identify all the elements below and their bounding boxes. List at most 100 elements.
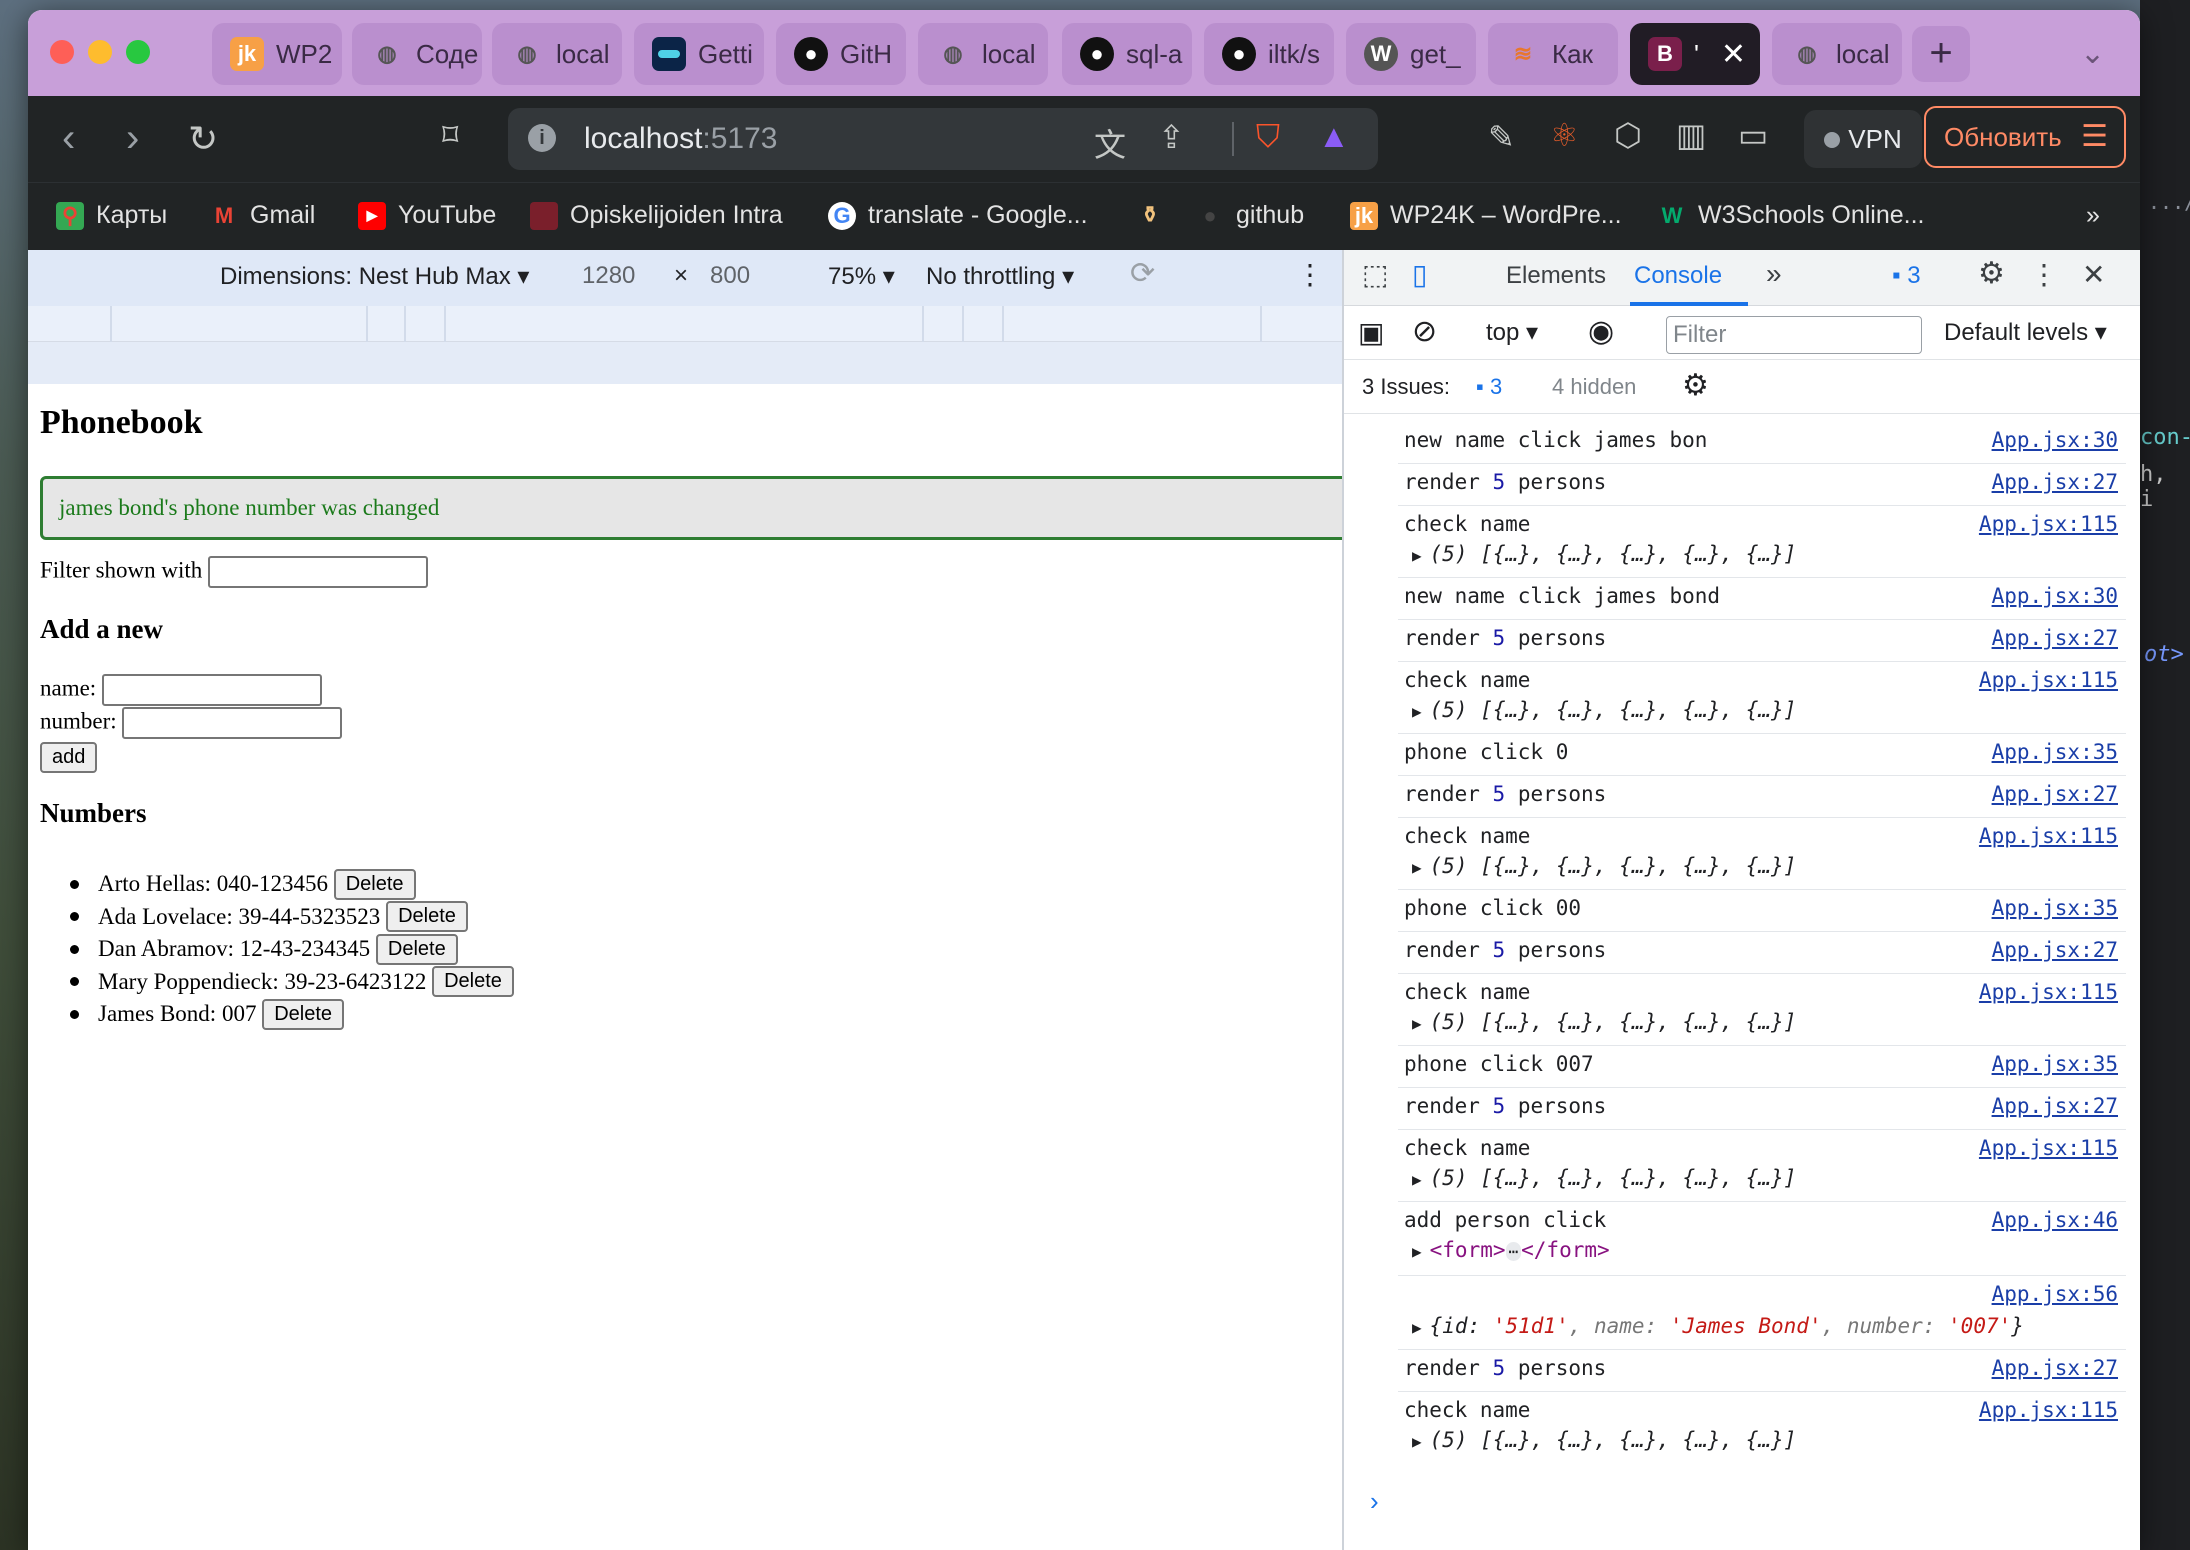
tab-wp2[interactable]: jk WP2 <box>212 23 342 85</box>
name-input[interactable] <box>101 674 322 706</box>
bookmark-github[interactable]: ● github <box>1196 201 1304 230</box>
tab-sode[interactable]: ◍ Соде <box>352 23 482 85</box>
array-preview[interactable]: ▶ (5) [{…}, {…}, {…}, {…}, {…}] <box>1412 698 1796 722</box>
tab-active[interactable]: B ' ✕ <box>1630 23 1760 85</box>
bookmark-bottle[interactable]: ⚱ <box>1136 201 1164 229</box>
color-picker-icon[interactable]: ✎ <box>1488 118 1515 156</box>
width-input[interactable]: 1280 <box>582 262 635 290</box>
delete-button[interactable]: Delete <box>333 868 416 900</box>
console-prompt[interactable]: › <box>1370 1486 1379 1517</box>
source-link[interactable]: App.jsx:115 <box>1979 1398 2118 1422</box>
extensions-icon[interactable]: ⬡ <box>1614 116 1642 154</box>
log-levels-select[interactable]: Default levels ▾ <box>1944 318 2107 347</box>
hidden-issues[interactable]: 4 hidden <box>1552 374 1636 400</box>
vpn-button[interactable]: VPN <box>1804 110 1922 168</box>
bookmark-maps[interactable]: ⚲ Карты <box>56 201 167 230</box>
issues-settings-icon[interactable]: ⚙ <box>1682 368 1709 403</box>
array-preview[interactable]: ▶ (5) [{…}, {…}, {…}, {…}, {…}] <box>1412 542 1796 566</box>
tab-sql[interactable]: ● sql-a <box>1062 23 1192 85</box>
source-link[interactable]: App.jsx:35 <box>1992 896 2118 920</box>
array-preview[interactable]: ▶ (5) [{…}, {…}, {…}, {…}, {…}] <box>1412 1166 1796 1190</box>
number-input[interactable] <box>122 707 343 739</box>
source-link[interactable]: App.jsx:35 <box>1992 740 2118 764</box>
clear-console-icon[interactable]: ⊘ <box>1412 314 1437 349</box>
source-link[interactable]: App.jsx:27 <box>1992 626 2118 650</box>
back-icon[interactable]: ‹ <box>62 116 75 161</box>
tab-get[interactable]: Wget_ <box>1346 23 1476 85</box>
media-query-ruler[interactable] <box>28 306 1342 342</box>
bookmark-icon[interactable]: ⌑ <box>442 116 458 154</box>
wallet-icon[interactable]: ▭ <box>1738 116 1768 154</box>
device-toggle-icon[interactable]: ▯ <box>1412 258 1427 291</box>
tab-local-1[interactable]: ◍ local <box>492 23 622 85</box>
height-input[interactable]: 800 <box>710 262 750 290</box>
address-bar[interactable]: i localhost:5173 文 ⇪ ⛉ ▲ <box>508 108 1378 170</box>
throttling-select[interactable]: No throttling ▾ <box>926 262 1074 291</box>
issues-badge[interactable]: ▪ 3 <box>1892 262 1921 290</box>
filter-input[interactable] <box>208 556 429 588</box>
console-filter-input[interactable]: Filter <box>1666 316 1922 354</box>
array-preview[interactable]: ▶ (5) [{…}, {…}, {…}, {…}, {…}] <box>1412 854 1796 878</box>
bookmark-gmail[interactable]: M Gmail <box>210 201 315 230</box>
rotate-icon[interactable]: ⟳ <box>1130 256 1155 291</box>
minimize-window-button[interactable] <box>88 40 112 64</box>
source-link[interactable]: App.jsx:30 <box>1992 584 2118 608</box>
add-button[interactable]: add <box>40 742 98 773</box>
bookmarks-overflow[interactable]: » <box>2086 201 2100 230</box>
source-link[interactable]: App.jsx:115 <box>1979 980 2118 1004</box>
delete-button[interactable]: Delete <box>386 901 468 933</box>
source-link[interactable]: App.jsx:35 <box>1992 1052 2118 1076</box>
close-window-button[interactable] <box>50 40 74 64</box>
bookmark-youtube[interactable]: ▶ YouTube <box>358 201 496 230</box>
maximize-window-button[interactable] <box>126 40 150 64</box>
close-devtools-icon[interactable]: ✕ <box>2082 258 2105 291</box>
devtools-menu-icon[interactable]: ⋮ <box>2030 258 2058 291</box>
translate-icon[interactable]: 文 <box>1094 120 1126 166</box>
react-devtools-icon[interactable]: ⚛ <box>1550 116 1579 154</box>
sidebar-icon[interactable]: ▥ <box>1676 116 1706 154</box>
tab-local-3[interactable]: ◍ local <box>1772 23 1902 85</box>
delete-button[interactable]: Delete <box>432 966 514 998</box>
source-link[interactable]: App.jsx:27 <box>1992 470 2118 494</box>
more-options-icon[interactable]: ⋮ <box>1296 258 1324 291</box>
new-tab-button[interactable]: + <box>1912 26 1970 82</box>
update-button[interactable]: Обновить ☰ <box>1924 106 2126 168</box>
source-link[interactable]: App.jsx:115 <box>1979 824 2118 848</box>
bookmark-w3schools[interactable]: W W3Schools Online... <box>1658 201 1925 230</box>
tab-github[interactable]: ● GitH <box>776 23 906 85</box>
array-preview[interactable]: ▶ (5) [{…}, {…}, {…}, {…}, {…}] <box>1412 1428 1796 1452</box>
zoom-select[interactable]: 75% ▾ <box>828 262 895 291</box>
dimensions-select[interactable]: Dimensions: Nest Hub Max ▾ <box>220 262 529 291</box>
bookmark-wp24k[interactable]: jk WP24K – WordPre... <box>1350 201 1622 230</box>
delete-button[interactable]: Delete <box>262 998 345 1030</box>
tab-kak[interactable]: ≋ Как <box>1488 23 1618 85</box>
source-link[interactable]: App.jsx:115 <box>1979 512 2118 536</box>
source-link[interactable]: App.jsx:27 <box>1992 1094 2118 1118</box>
tab-search-chevron-icon[interactable]: ⌄ <box>2080 36 2105 71</box>
brave-rewards-icon[interactable]: ▲ <box>1318 118 1350 155</box>
array-preview[interactable]: ▶ (5) [{…}, {…}, {…}, {…}, {…}] <box>1412 1010 1796 1034</box>
source-link[interactable]: App.jsx:46 <box>1992 1208 2118 1232</box>
menu-icon[interactable]: ☰ <box>2081 108 2108 166</box>
source-link[interactable]: App.jsx:30 <box>1992 428 2118 452</box>
bookmark-translate[interactable]: Gtranslate - Google... <box>828 201 1088 230</box>
form-element-preview[interactable]: ▶ <form> ⋯ </form> <box>1412 1238 1610 1262</box>
share-icon[interactable]: ⇪ <box>1158 118 1185 156</box>
delete-button[interactable]: Delete <box>375 933 458 965</box>
settings-gear-icon[interactable]: ⚙ <box>1978 256 2005 291</box>
close-tab-icon[interactable]: ✕ <box>1721 37 1746 72</box>
source-link[interactable]: App.jsx:115 <box>1979 1136 2118 1160</box>
tab-console[interactable]: Console <box>1634 262 1722 290</box>
source-link[interactable]: App.jsx:27 <box>1992 1356 2118 1380</box>
brave-shield-icon[interactable]: ⛉ <box>1256 118 1280 156</box>
more-tabs-icon[interactable]: » <box>1766 258 1782 290</box>
source-link[interactable]: App.jsx:115 <box>1979 668 2118 692</box>
issues-count[interactable]: ▪ 3 <box>1476 374 1502 400</box>
forward-icon[interactable]: › <box>126 116 139 161</box>
source-link[interactable]: App.jsx:56 <box>1992 1282 2118 1306</box>
object-preview[interactable]: ▶ {id: '51d1', name: 'James Bond', number… <box>1412 1314 2024 1338</box>
live-expression-eye-icon[interactable]: ◉ <box>1588 314 1614 349</box>
source-link[interactable]: App.jsx:27 <box>1992 782 2118 806</box>
context-select[interactable]: top ▾ <box>1486 318 1538 347</box>
tab-elements[interactable]: Elements <box>1506 262 1606 290</box>
